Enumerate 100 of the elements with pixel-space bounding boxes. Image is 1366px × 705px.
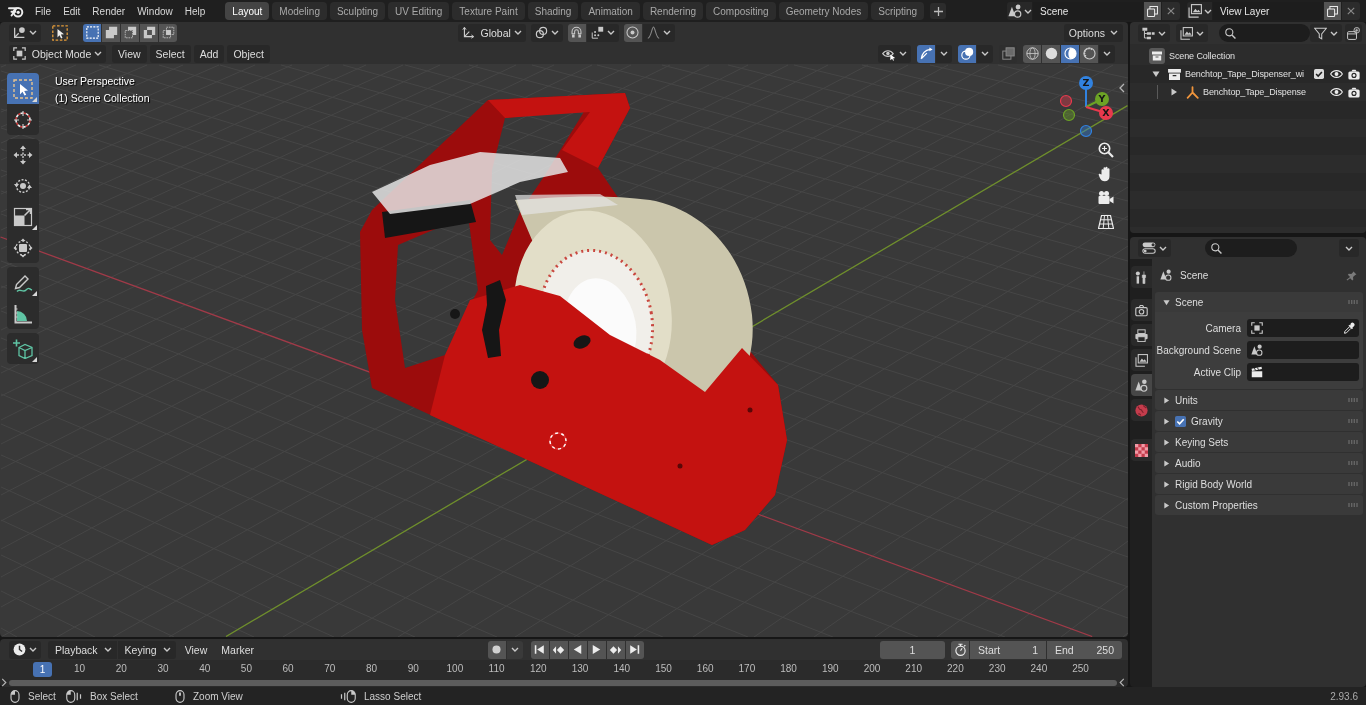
workspace-tab[interactable]: Texture Paint [452,2,525,20]
menu-item[interactable]: Window [131,2,179,20]
search-field[interactable] [1205,239,1297,257]
auto-keying-toggle[interactable] [487,640,506,659]
playback-button[interactable] [625,640,644,659]
editor-type-button[interactable] [1138,239,1171,257]
shading-button[interactable] [1023,44,1041,63]
pin-icon[interactable] [1346,269,1357,281]
workspace-tab[interactable]: Sculpting [329,2,386,20]
menu-item[interactable]: Add [193,44,225,63]
new-collection-button[interactable] [1345,24,1362,42]
eye-icon[interactable] [1330,69,1343,79]
mode-dropdown[interactable]: Object Mode [9,44,106,63]
archive-box-icon[interactable] [1168,68,1181,80]
select-mode-button[interactable] [83,23,101,42]
eyedropper-icon[interactable] [1343,322,1355,334]
copy-button[interactable] [1324,2,1341,20]
disclosure-triangle-icon[interactable] [1170,88,1178,96]
outliner-item[interactable]: Benchtop_Tape_Dispense [1203,87,1306,97]
negative-axis-handle[interactable] [1059,94,1073,108]
overlay-toggle[interactable] [958,44,976,63]
close-button[interactable] [1162,2,1180,20]
falloff-dropdown[interactable] [642,23,675,42]
playhead-marker[interactable]: 1 [33,662,52,677]
panel-header[interactable]: Audio [1155,453,1363,473]
view-layer-browse-button[interactable] [1187,2,1212,20]
proportional-edit-toggle[interactable] [623,23,642,42]
menu-item[interactable]: View [112,44,147,63]
outliner-item[interactable]: Benchtop_Tape_Dispenser_wi [1185,69,1304,79]
shading-button[interactable] [1042,44,1060,63]
axis-handle[interactable]: Z [1079,76,1093,108]
playback-button[interactable] [606,640,625,659]
tool-button[interactable] [7,298,39,329]
options-dropdown[interactable] [1339,239,1359,257]
menu-item[interactable]: Edit [57,2,87,20]
select-mode-button[interactable] [121,23,139,42]
clip-field[interactable] [1247,363,1359,381]
archive-box-icon[interactable] [1149,48,1165,64]
workspace-tab[interactable]: Animation [581,2,640,20]
zoom-icon[interactable] [1098,142,1114,158]
panel-header[interactable]: Rigid Body World [1155,474,1363,494]
panel-header[interactable]: Gravity [1155,411,1363,431]
shading-dropdown[interactable] [1099,44,1115,63]
tool-button[interactable] [7,104,39,135]
chevron-icon[interactable] [1119,678,1125,687]
snap-toggle[interactable] [567,23,586,42]
timeline-area[interactable]: 1 10 20 30 40 50 60 70 80 90 100 110 120 130 140 150 160 170 180 190 200 210 220 230 240 250 [0,660,1128,687]
playback-button[interactable] [587,640,606,659]
tool-button[interactable] [7,73,39,104]
chevron-icon[interactable] [1,678,7,687]
select-mode-button[interactable] [140,23,158,42]
menu-item[interactable]: Object [227,44,270,63]
properties-tab[interactable] [1131,374,1152,396]
gizmo-dropdown[interactable] [936,44,952,63]
editor-type-button[interactable] [9,23,41,42]
disclosure-triangle-icon[interactable] [1163,417,1170,425]
app-logo-icon[interactable] [8,4,24,18]
camera-icon[interactable] [1098,190,1114,206]
display-mode-dropdown[interactable] [1138,24,1170,42]
playback-button[interactable] [549,640,568,659]
xray-toggle[interactable] [999,44,1017,63]
shading-button[interactable] [1080,44,1098,63]
close-button[interactable] [1342,2,1360,20]
menu-item[interactable]: File [29,2,58,20]
playback-button[interactable] [530,640,549,659]
workspace-tab[interactable]: Layout [225,2,270,20]
workspace-tab[interactable]: Rendering [642,2,704,20]
panel-header[interactable]: Keying Sets [1155,432,1363,452]
select-mode-button[interactable] [102,23,120,42]
camera-icon[interactable] [1348,86,1360,98]
workspace-tab[interactable]: Shading [527,2,579,20]
viewport-canvas[interactable]: User Perspective (1) Scene Collection Z Y X [0,64,1128,637]
menu-item[interactable]: Help [178,2,212,20]
overlay-dropdown[interactable] [977,44,993,63]
shading-button[interactable] [1061,44,1079,63]
disclosure-triangle-icon[interactable] [1163,459,1170,467]
camera-icon[interactable] [1348,68,1360,80]
workspace-tab[interactable]: Modeling [272,2,327,20]
properties-tab[interactable] [1131,439,1152,461]
disclosure-triangle-icon[interactable] [1163,298,1170,306]
timeline-scrollbar[interactable] [9,680,1117,686]
playback-button[interactable] [568,640,587,659]
panel-header[interactable]: Scene [1155,292,1363,312]
menu-item[interactable]: View [177,640,215,659]
menu-item[interactable]: Render [86,2,132,20]
menu-item[interactable]: Select [149,44,191,63]
options-dropdown[interactable]: Options [1063,23,1123,42]
select-mode-button[interactable] [159,23,177,42]
filter-dropdown[interactable] [1310,24,1342,42]
view-layer-dropdown[interactable] [1176,24,1208,42]
eye-icon[interactable] [1330,87,1343,97]
disclosure-triangle-icon[interactable] [1163,396,1170,404]
snap-target-dropdown[interactable] [586,23,619,42]
scene-field[interactable] [1247,341,1359,359]
camera-field[interactable] [1247,319,1359,337]
disclosure-triangle-icon[interactable] [1163,501,1170,509]
start-frame-field[interactable]: Start 1 [970,640,1046,659]
panel-header[interactable]: Custom Properties [1155,495,1363,515]
negative-axis-handle[interactable] [1062,108,1076,122]
scene-browse-button[interactable] [1007,2,1032,20]
